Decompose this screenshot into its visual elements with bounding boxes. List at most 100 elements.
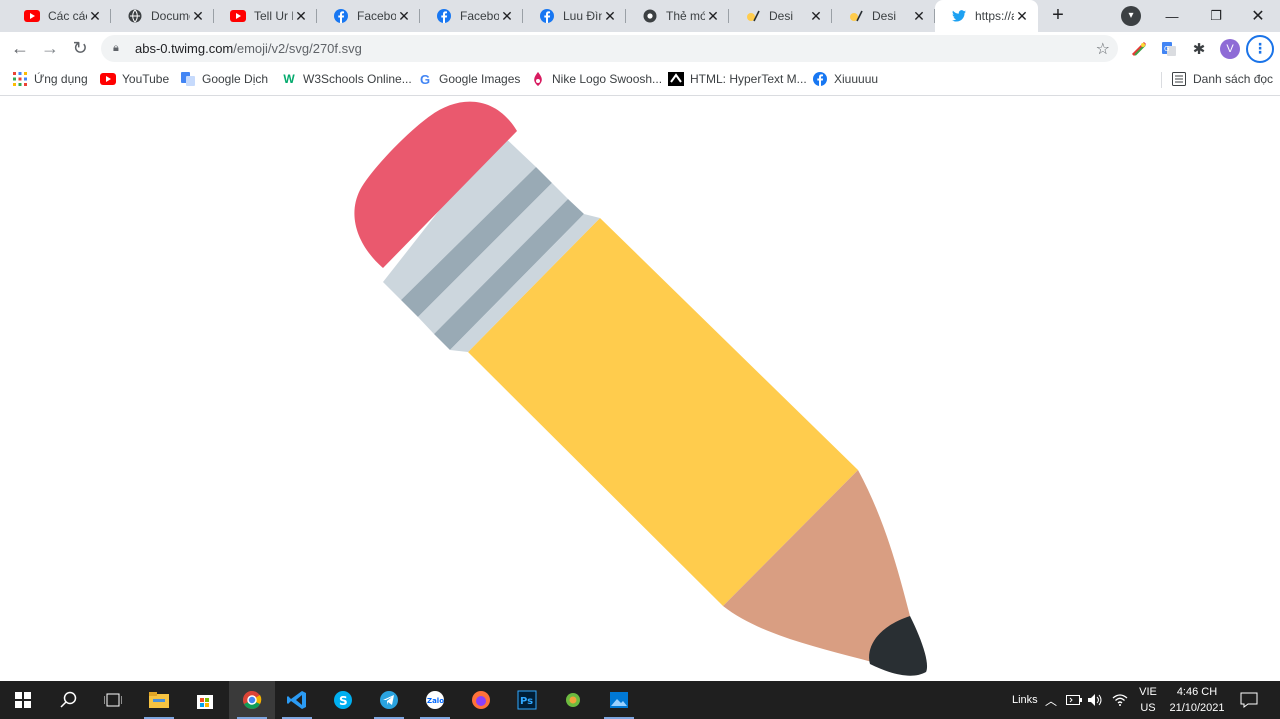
- wifi-icon[interactable]: [1112, 681, 1128, 719]
- google-translate-extension-icon[interactable]: G: [1159, 39, 1179, 59]
- window-close-icon[interactable]: ✕: [1236, 0, 1280, 32]
- restore-icon[interactable]: ❐: [1194, 0, 1238, 32]
- extension-colorful-icon[interactable]: [1129, 39, 1149, 59]
- close-icon[interactable]: ✕: [396, 8, 412, 24]
- tab-3[interactable]: Faceboo ✕: [317, 0, 420, 32]
- keyboard-layout: US: [1140, 702, 1156, 714]
- close-icon[interactable]: ✕: [911, 8, 927, 24]
- search-icon[interactable]: [46, 681, 92, 719]
- chrome-icon: [642, 8, 658, 24]
- facebook-icon: [812, 71, 828, 87]
- bookmark-mdn[interactable]: HTML: HyperText M...: [668, 65, 807, 93]
- pencil-emoji-image: [354, 101, 928, 676]
- tab-title: Docume: [151, 9, 190, 23]
- close-icon[interactable]: ✕: [87, 8, 103, 24]
- reload-icon[interactable]: ↻: [68, 36, 92, 60]
- bookmark-label: Google Images: [439, 72, 521, 86]
- google-icon: G: [419, 71, 431, 87]
- windows-start-icon[interactable]: [0, 681, 46, 719]
- telegram-icon[interactable]: [366, 681, 412, 719]
- apps-grid-icon: [12, 71, 28, 87]
- back-arrow-icon[interactable]: ←: [8, 36, 32, 60]
- reading-list-icon: [1171, 71, 1187, 87]
- url-host: abs-0.twimg.com: [135, 41, 234, 56]
- battery-icon[interactable]: [1066, 681, 1082, 719]
- volume-icon[interactable]: [1088, 681, 1104, 719]
- lock-icon[interactable]: 🔒︎: [113, 42, 127, 55]
- bookmark-nike[interactable]: Nike Logo Swoosh...: [530, 65, 662, 93]
- bookmark-label: W3Schools Online...: [303, 72, 412, 86]
- tab-0[interactable]: Các cách ✕: [8, 0, 111, 32]
- bookmark-label: Google Dịch: [202, 72, 269, 86]
- links-toolbar[interactable]: Links: [1012, 681, 1038, 719]
- puzzle-extensions-icon[interactable]: ✱: [1189, 39, 1209, 59]
- tab-title: Tell Ur M: [254, 9, 293, 23]
- close-icon[interactable]: ✕: [602, 8, 618, 24]
- photoshop-icon[interactable]: Ps: [504, 681, 550, 719]
- bookmarks-bar: Ứng dụng YouTube Google Dịch W W3Schools…: [0, 65, 1280, 96]
- clock-date: 21/10/2021: [1169, 702, 1225, 714]
- tab-4[interactable]: Faceboo ✕: [420, 0, 523, 32]
- tab-6[interactable]: Thẻ mới ✕: [626, 0, 729, 32]
- minimize-icon[interactable]: —: [1150, 0, 1194, 32]
- facebook-icon: [539, 8, 555, 24]
- tab-title: Faceboo: [357, 9, 396, 23]
- url-path: /emoji/v2/svg/270f.svg: [233, 41, 362, 56]
- notification-center-icon[interactable]: [1240, 681, 1258, 719]
- clock-time: 4:46 CH: [1176, 686, 1218, 698]
- chevron-up-icon[interactable]: ︿: [1045, 681, 1057, 719]
- bookmark-google-images[interactable]: G Google Images: [417, 65, 520, 93]
- zalo-icon[interactable]: Zalo: [412, 681, 458, 719]
- input-language[interactable]: VIE US: [1136, 684, 1160, 716]
- skype-icon[interactable]: S: [320, 681, 366, 719]
- system-clock[interactable]: 4:46 CH 21/10/2021: [1164, 684, 1230, 716]
- address-bar[interactable]: 🔒︎ abs-0.twimg.com/emoji/v2/svg/270f.svg…: [101, 35, 1118, 62]
- kebab-menu-icon[interactable]: ⋮: [1246, 35, 1274, 63]
- firefox-icon[interactable]: [458, 681, 504, 719]
- profile-avatar[interactable]: V: [1220, 39, 1240, 59]
- tab-strip: Các cách ✕ Docume ✕ Tell Ur M ✕ Faceboo …: [0, 0, 1280, 32]
- tab-title: Desi: [872, 9, 897, 23]
- bookmark-xiuuuuu[interactable]: Xiuuuuu: [812, 65, 878, 93]
- svg-text:Zalo: Zalo: [427, 697, 444, 705]
- bookmark-google-translate[interactable]: Google Dịch: [180, 65, 268, 93]
- close-icon[interactable]: ✕: [293, 8, 309, 24]
- photos-icon[interactable]: [596, 681, 642, 719]
- new-tab-plus-icon[interactable]: +: [1046, 4, 1070, 28]
- bookmark-apps[interactable]: Ứng dụng: [12, 65, 88, 93]
- bookmark-w3schools[interactable]: W W3Schools Online...: [281, 65, 412, 93]
- tab-title: https://a: [975, 9, 1014, 23]
- bookmark-label: YouTube: [122, 72, 170, 86]
- bookmark-youtube[interactable]: YouTube: [100, 65, 169, 93]
- close-icon[interactable]: ✕: [190, 8, 206, 24]
- chrome-taskbar-icon[interactable]: [229, 681, 275, 719]
- facebook-icon: [436, 8, 452, 24]
- close-icon[interactable]: ✕: [499, 8, 515, 24]
- tab-7[interactable]: Desi ✕: [729, 0, 832, 32]
- close-icon[interactable]: ✕: [1014, 8, 1030, 24]
- tab-9-active[interactable]: https://a ✕: [935, 0, 1038, 32]
- globe-icon: [127, 8, 143, 24]
- tab-search-chevron-icon[interactable]: ▾: [1121, 6, 1141, 26]
- bookmark-star-icon[interactable]: ☆: [1096, 39, 1110, 59]
- vscode-icon[interactable]: [274, 681, 320, 719]
- file-explorer-icon[interactable]: [136, 681, 182, 719]
- tab-title: Luu Đình: [563, 9, 602, 23]
- pencil-emoji-icon: [848, 8, 864, 24]
- snail-app-icon[interactable]: [550, 681, 596, 719]
- close-icon[interactable]: ✕: [705, 8, 721, 24]
- microsoft-store-icon[interactable]: [182, 681, 228, 719]
- forward-arrow-icon[interactable]: →: [38, 36, 62, 60]
- tab-1[interactable]: Docume ✕: [111, 0, 214, 32]
- address-url[interactable]: abs-0.twimg.com/emoji/v2/svg/270f.svg: [135, 41, 362, 56]
- reading-list-button[interactable]: Danh sách đọc: [1171, 65, 1273, 93]
- language-code: VIE: [1139, 686, 1157, 698]
- tab-8[interactable]: Desi ✕: [832, 0, 935, 32]
- youtube-icon: [24, 8, 40, 24]
- page-content: [0, 96, 1280, 681]
- close-icon[interactable]: ✕: [808, 8, 824, 24]
- tab-5[interactable]: Luu Đình ✕: [523, 0, 626, 32]
- task-view-icon[interactable]: [90, 681, 136, 719]
- tab-2[interactable]: Tell Ur M ✕: [214, 0, 317, 32]
- tab-title: Faceboo: [460, 9, 499, 23]
